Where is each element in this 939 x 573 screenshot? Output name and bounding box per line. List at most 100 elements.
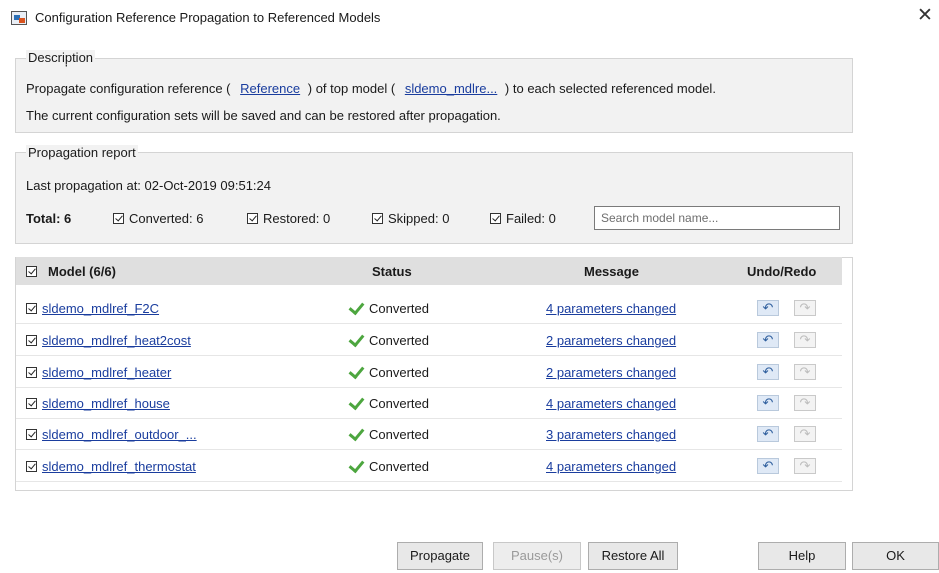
row-message: 4 parameters changed xyxy=(546,396,676,411)
model-link[interactable]: sldemo_mdlref_heat2cost xyxy=(42,333,191,348)
redo-icon: ↷ xyxy=(799,300,811,315)
model-link[interactable]: sldemo_mdlref_heater xyxy=(42,365,171,380)
redo-button[interactable]: ↷ xyxy=(794,426,816,442)
app-icon xyxy=(11,11,27,25)
reference-link[interactable]: Reference xyxy=(240,81,300,96)
propagate-button[interactable]: Propagate xyxy=(397,542,483,570)
model-link[interactable]: sldemo_mdlref_F2C xyxy=(42,301,159,316)
status-text: Converted xyxy=(369,427,429,442)
skipped-checkbox[interactable] xyxy=(372,213,383,224)
table-row: sldemo_mdlref_thermostat Converted 4 par… xyxy=(16,451,842,482)
message-link[interactable]: 2 parameters changed xyxy=(546,333,676,348)
row-checkbox[interactable] xyxy=(26,398,37,409)
row-message: 4 parameters changed xyxy=(546,459,676,474)
row-message: 3 parameters changed xyxy=(546,427,676,442)
undo-button[interactable]: ↶ xyxy=(757,364,779,380)
row-model[interactable]: sldemo_mdlref_thermostat xyxy=(26,459,196,474)
undo-icon: ↶ xyxy=(762,426,774,441)
description-line-2: The current configuration sets will be s… xyxy=(26,108,501,123)
filter-restored[interactable]: Restored: 0 xyxy=(247,211,330,226)
table-header: Model (6/6) Status Message Undo/Redo xyxy=(16,257,842,285)
redo-button[interactable]: ↷ xyxy=(794,332,816,348)
undo-icon: ↶ xyxy=(762,364,774,379)
header-status: Status xyxy=(372,264,412,279)
row-checkbox[interactable] xyxy=(26,303,37,314)
row-status: Converted xyxy=(348,396,429,411)
undo-button[interactable]: ↶ xyxy=(757,395,779,411)
row-model[interactable]: sldemo_mdlref_heater xyxy=(26,365,171,380)
undo-button[interactable]: ↶ xyxy=(757,300,779,316)
row-model[interactable]: sldemo_mdlref_heat2cost xyxy=(26,333,191,348)
search-model-input[interactable] xyxy=(594,206,840,230)
green-check-icon xyxy=(348,334,364,346)
redo-button[interactable]: ↷ xyxy=(794,300,816,316)
status-text: Converted xyxy=(369,333,429,348)
model-link[interactable]: sldemo_mdlref_house xyxy=(42,396,170,411)
report-group xyxy=(15,152,853,244)
total-label: Total: 6 xyxy=(26,211,72,226)
table-row: sldemo_mdlref_heater Converted 2 paramet… xyxy=(16,357,842,388)
row-model[interactable]: sldemo_mdlref_house xyxy=(26,396,170,411)
redo-icon: ↷ xyxy=(799,364,811,379)
filter-failed[interactable]: Failed: 0 xyxy=(490,211,556,226)
row-message: 4 parameters changed xyxy=(546,301,676,316)
description-text-1: Propagate configuration reference ( xyxy=(26,81,231,96)
green-check-icon xyxy=(348,397,364,409)
message-link[interactable]: 4 parameters changed xyxy=(546,396,676,411)
row-checkbox[interactable] xyxy=(26,335,37,346)
row-message: 2 parameters changed xyxy=(546,333,676,348)
undo-button[interactable]: ↶ xyxy=(757,458,779,474)
status-text: Converted xyxy=(369,396,429,411)
description-text-2: ) of top model ( xyxy=(307,81,396,96)
undo-button[interactable]: ↶ xyxy=(757,426,779,442)
filter-converted[interactable]: Converted: 6 xyxy=(113,211,203,226)
model-link[interactable]: sldemo_mdlref_thermostat xyxy=(42,459,196,474)
redo-button[interactable]: ↷ xyxy=(794,364,816,380)
help-button[interactable]: Help xyxy=(758,542,846,570)
row-model[interactable]: sldemo_mdlref_F2C xyxy=(26,301,159,316)
failed-checkbox[interactable] xyxy=(490,213,501,224)
redo-button[interactable]: ↷ xyxy=(794,395,816,411)
green-check-icon xyxy=(348,460,364,472)
header-model[interactable]: Model (6/6) xyxy=(26,264,116,279)
message-link[interactable]: 3 parameters changed xyxy=(546,427,676,442)
row-message: 2 parameters changed xyxy=(546,365,676,380)
green-check-icon xyxy=(348,366,364,378)
restore-all-button[interactable]: Restore All xyxy=(588,542,678,570)
redo-icon: ↷ xyxy=(799,458,811,473)
top-model-link[interactable]: sldemo_mdlre... xyxy=(405,81,497,96)
redo-button[interactable]: ↷ xyxy=(794,458,816,474)
message-link[interactable]: 2 parameters changed xyxy=(546,365,676,380)
model-link[interactable]: sldemo_mdlref_outdoor_... xyxy=(42,427,197,442)
close-button[interactable]: ✕ xyxy=(911,4,939,30)
description-group: Description Propagate configuration refe… xyxy=(15,52,853,133)
row-model[interactable]: sldemo_mdlref_outdoor_... xyxy=(26,427,197,442)
undo-icon: ↶ xyxy=(762,332,774,347)
table-row: sldemo_mdlref_house Converted 4 paramete… xyxy=(16,388,842,419)
message-link[interactable]: 4 parameters changed xyxy=(546,459,676,474)
filter-skipped[interactable]: Skipped: 0 xyxy=(372,211,449,226)
pause-button[interactable]: Pause(s) xyxy=(493,542,581,570)
row-checkbox[interactable] xyxy=(26,461,37,472)
select-all-checkbox[interactable] xyxy=(26,266,37,277)
row-checkbox[interactable] xyxy=(26,429,37,440)
table-row: sldemo_mdlref_heat2cost Converted 2 para… xyxy=(16,325,842,356)
undo-icon: ↶ xyxy=(762,300,774,315)
description-text-3: ) to each selected referenced model. xyxy=(504,81,716,96)
ok-button[interactable]: OK xyxy=(852,542,939,570)
undo-button[interactable]: ↶ xyxy=(757,332,779,348)
filter-failed-label: Failed: 0 xyxy=(506,211,556,226)
row-status: Converted xyxy=(348,365,429,380)
restored-checkbox[interactable] xyxy=(247,213,258,224)
status-text: Converted xyxy=(369,365,429,380)
model-table: Model (6/6) Status Message Undo/Redo sld… xyxy=(16,257,843,487)
redo-icon: ↷ xyxy=(799,332,811,347)
filter-restored-label: Restored: 0 xyxy=(263,211,331,226)
title-bar: Configuration Reference Propagation to R… xyxy=(0,0,939,34)
table-row: sldemo_mdlref_F2C Converted 4 parameters… xyxy=(16,293,842,324)
status-text: Converted xyxy=(369,459,429,474)
row-checkbox[interactable] xyxy=(26,367,37,378)
message-link[interactable]: 4 parameters changed xyxy=(546,301,676,316)
converted-checkbox[interactable] xyxy=(113,213,124,224)
row-status: Converted xyxy=(348,459,429,474)
